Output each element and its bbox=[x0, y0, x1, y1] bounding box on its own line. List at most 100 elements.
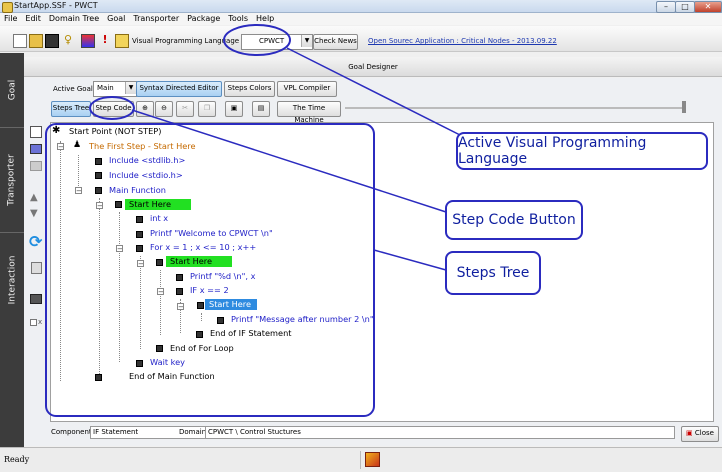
collapse-icon[interactable]: − bbox=[96, 202, 103, 210]
tree-node[interactable]: Printf "%d \n", x bbox=[190, 271, 255, 282]
vpl-compiler-button[interactable]: VPL Compiler bbox=[277, 81, 337, 97]
tree-node[interactable]: Include <stdlib.h> bbox=[109, 155, 185, 166]
step-icon bbox=[136, 360, 143, 367]
side-tab-interaction[interactable]: Interaction bbox=[0, 233, 24, 327]
menu-tools[interactable]: Tools bbox=[224, 13, 252, 25]
step-icon bbox=[197, 302, 204, 309]
tree-node-highlight[interactable]: Start Here bbox=[166, 256, 233, 267]
new-step-icon[interactable] bbox=[30, 126, 42, 138]
person-icon: ♟ bbox=[73, 140, 82, 150]
menu-transporter[interactable]: Transporter bbox=[129, 13, 183, 25]
callout-vpl: Active Visual Programming Language bbox=[456, 132, 708, 170]
check-news-button[interactable]: Check News bbox=[313, 34, 358, 50]
steps-colors-button[interactable]: Steps Colors bbox=[224, 81, 275, 97]
zoom-in-icon[interactable]: ⊕ bbox=[136, 101, 154, 117]
vpl-select[interactable]: CPWCT ▼ bbox=[241, 34, 313, 50]
tree-node[interactable]: Start Point (NOT STEP) bbox=[69, 126, 161, 137]
key-icon[interactable]: ♀ bbox=[64, 34, 76, 46]
window-icon[interactable] bbox=[30, 294, 42, 304]
menu-domain-tree[interactable]: Domain Tree bbox=[45, 13, 103, 25]
step-icon bbox=[115, 201, 122, 208]
side-tab-goal[interactable]: Goal bbox=[0, 53, 24, 128]
folder-icon[interactable] bbox=[115, 34, 129, 48]
step-code-button[interactable]: Step Code bbox=[93, 101, 134, 117]
save-icon[interactable] bbox=[45, 34, 59, 48]
find-icon[interactable]: ▤ bbox=[252, 101, 270, 117]
title-bar: StartApp.SSF - PWCT – □ ✕ bbox=[0, 0, 722, 13]
step-icon bbox=[156, 345, 163, 352]
steps-tree-button[interactable]: Steps Tree bbox=[51, 101, 91, 117]
side-tab-strip: Goal Transporter Interaction bbox=[0, 53, 24, 447]
syntax-editor-button[interactable]: Syntax Directed Editor bbox=[136, 81, 222, 97]
window-title: StartApp.SSF - PWCT bbox=[14, 1, 98, 10]
vpl-select-value: CPWCT bbox=[259, 37, 285, 45]
collapse-icon[interactable]: − bbox=[75, 187, 82, 195]
step-icon bbox=[95, 158, 102, 165]
tree-node[interactable]: End of Main Function bbox=[129, 371, 215, 382]
news-link[interactable]: Open Sourec Application : Critical Nodes… bbox=[368, 37, 557, 45]
status-divider bbox=[360, 451, 361, 469]
goal-designer-title: Goal Designer bbox=[348, 63, 398, 71]
menu-file[interactable]: File bbox=[0, 13, 21, 25]
delete-step-icon[interactable] bbox=[30, 161, 42, 171]
menu-help[interactable]: Help bbox=[252, 13, 278, 25]
time-slider-thumb[interactable] bbox=[682, 101, 686, 113]
tree-node[interactable]: The First Step - Start Here bbox=[89, 141, 195, 152]
collapse-icon[interactable]: − bbox=[137, 260, 144, 268]
chart-icon[interactable] bbox=[81, 34, 95, 48]
step-icon bbox=[176, 288, 183, 295]
new-file-icon[interactable] bbox=[13, 34, 27, 48]
cut-icon[interactable]: ✂ bbox=[176, 101, 194, 117]
time-slider-track[interactable] bbox=[345, 107, 683, 109]
active-goal-select[interactable]: Main ▼ bbox=[93, 81, 137, 97]
collapse-icon[interactable]: − bbox=[116, 245, 123, 253]
tree-node-selected[interactable]: Start Here bbox=[205, 299, 258, 310]
callout-step-code: Step Code Button bbox=[445, 200, 583, 240]
time-machine-button[interactable]: The Time Machine bbox=[277, 101, 341, 124]
open-folder-icon[interactable] bbox=[29, 34, 43, 48]
step-icon bbox=[217, 317, 224, 324]
chevron-down-icon: ▼ bbox=[301, 35, 312, 47]
collapse-icon[interactable]: − bbox=[157, 288, 164, 296]
domain-label: Domain bbox=[179, 428, 207, 436]
tree-node[interactable]: int x bbox=[150, 213, 168, 224]
toolbar: ♀ ! Visual Programming Language CPWCT ▼ … bbox=[0, 26, 722, 52]
menu-goal[interactable]: Goal bbox=[103, 13, 129, 25]
alert-icon[interactable]: ! bbox=[99, 34, 111, 46]
tree-node[interactable]: Wait key bbox=[150, 357, 185, 368]
vpl-label: Visual Programming Language bbox=[132, 37, 240, 45]
copy-icon[interactable]: ❐ bbox=[198, 101, 216, 117]
tree-node[interactable]: End of IF Statement bbox=[210, 328, 291, 339]
collapse-icon[interactable]: − bbox=[57, 143, 64, 151]
tree-node-highlight[interactable]: Start Here bbox=[125, 199, 192, 210]
zoom-out-icon[interactable]: ⊖ bbox=[155, 101, 173, 117]
refresh-icon[interactable]: ⟳ bbox=[29, 232, 42, 251]
tree-node[interactable]: Printf "Message after number 2 \n" bbox=[231, 314, 374, 325]
step-icon bbox=[156, 259, 163, 266]
tree-node[interactable]: Printf "Welcome to CPWCT \n" bbox=[150, 228, 273, 239]
properties-icon[interactable] bbox=[31, 262, 42, 274]
move-down-icon[interactable]: ▼ bbox=[30, 208, 38, 219]
menu-package[interactable]: Package bbox=[183, 13, 224, 25]
tree-node[interactable]: Main Function bbox=[109, 185, 166, 196]
tree-node[interactable]: IF x == 2 bbox=[190, 285, 229, 296]
menu-edit[interactable]: Edit bbox=[21, 13, 45, 25]
tree-node[interactable]: Include <stdio.h> bbox=[109, 170, 183, 181]
step-icon bbox=[136, 216, 143, 223]
tree-node[interactable]: For x = 1 ; x <= 10 ; x++ bbox=[150, 242, 256, 253]
domain-field[interactable]: CPWCT \ Control Stuctures bbox=[205, 426, 675, 439]
move-up-icon[interactable]: ▲ bbox=[30, 192, 38, 203]
paste-icon[interactable]: ▣ bbox=[225, 101, 243, 117]
side-tab-transporter[interactable]: Transporter bbox=[0, 128, 24, 233]
minimize-button[interactable]: – bbox=[656, 1, 676, 13]
close-icon: ▣ bbox=[686, 429, 693, 437]
step-icon bbox=[136, 245, 143, 252]
close-window-button[interactable]: ✕ bbox=[694, 1, 722, 13]
checkbox[interactable] bbox=[30, 319, 37, 326]
close-button[interactable]: ▣ Close bbox=[681, 426, 719, 442]
collapse-icon[interactable]: − bbox=[177, 303, 184, 311]
tree-node[interactable]: End of For Loop bbox=[170, 343, 234, 354]
maximize-button[interactable]: □ bbox=[675, 1, 695, 13]
edit-step-icon[interactable] bbox=[30, 144, 42, 154]
app-icon bbox=[2, 2, 13, 13]
